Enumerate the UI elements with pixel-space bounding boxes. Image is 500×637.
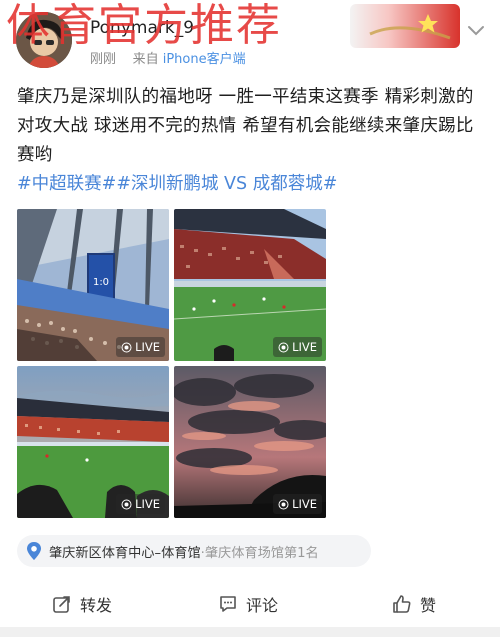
scoreboard-score: 1:0 (93, 277, 109, 288)
live-label: LIVE (292, 497, 317, 511)
comment-button[interactable]: 评论 (218, 592, 278, 616)
location-rank: ·肇庆体育场馆第1名 (200, 545, 319, 561)
post-time: 刚刚 (90, 52, 117, 67)
repost-button[interactable]: 转发 (52, 592, 112, 616)
live-label: LIVE (135, 340, 160, 354)
source-client[interactable]: iPhone客户端 (163, 52, 246, 67)
sunset-sky-photo[interactable]: LIVE (174, 366, 326, 518)
live-label: LIVE (135, 497, 160, 511)
source-prefix: 来自 (132, 52, 159, 67)
action-bar: 转发 评论 赞 (0, 586, 500, 624)
image-gallery: 1:0 LIVE LIVE LIVE LIVE (17, 209, 327, 519)
repost-label: 转发 (80, 596, 113, 615)
topic-tags: #中超联赛##深圳新鹏城 VS 成都蓉城# (17, 170, 487, 198)
thumbs-up-icon (393, 595, 411, 613)
topic-link[interactable]: #深圳新鹏城 VS 成都蓉城# (116, 174, 337, 194)
post-text: 肇庆乃是深圳队的福地呀 一胜一平结束这赛季 精彩刺激的对攻大战 球迷用不完的热情… (17, 87, 474, 165)
like-button[interactable]: 赞 (392, 592, 436, 616)
watermark-text: 体育官方推荐 (6, 0, 282, 51)
comment-icon (220, 596, 236, 612)
topic-link[interactable]: #中超联赛# (17, 174, 116, 194)
live-label: LIVE (292, 340, 317, 354)
bottom-divider (0, 627, 500, 637)
like-label: 赞 (420, 596, 437, 615)
stadium-pitch-photo[interactable]: LIVE (174, 209, 326, 361)
repost-icon (53, 596, 70, 613)
live-badge: LIVE (116, 337, 165, 357)
live-badge: LIVE (273, 337, 322, 357)
live-badge: LIVE (116, 494, 165, 514)
live-badge: LIVE (273, 494, 322, 514)
location-pin-icon (27, 542, 41, 560)
location-chip[interactable]: 肇庆新区体育中心–体育馆 ·肇庆体育场馆第1名 (17, 535, 371, 567)
stadium-sunset-stand-photo[interactable]: LIVE (17, 366, 169, 518)
comment-label: 评论 (246, 596, 279, 615)
flag-star-badge-icon[interactable] (350, 4, 460, 48)
chevron-down-icon[interactable] (466, 22, 486, 36)
location-venue: 肇庆新区体育中心–体育馆 (49, 545, 201, 561)
stadium-scoreboard-photo[interactable]: 1:0 LIVE (17, 209, 169, 361)
